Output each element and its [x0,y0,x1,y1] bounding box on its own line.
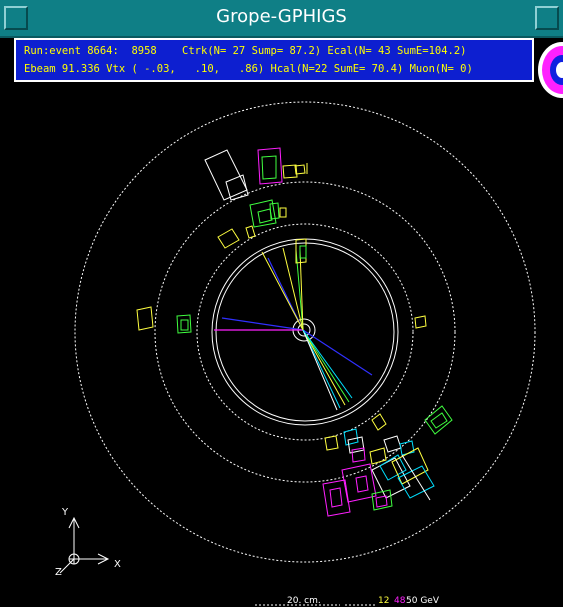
title-bar[interactable]: Grope-GPHIGS [0,0,563,38]
ecal-cell [383,435,402,453]
y-axis-label: Y [61,507,69,518]
upper-calorimeter-hits [204,147,308,264]
hcal-cell [401,454,431,501]
event-display-window: Grope-GPHIGS Run:event 8664: 8958 Ctrk(N… [0,0,563,607]
track [221,317,304,331]
ecal-cell [414,315,427,329]
ecal-cell [347,436,365,454]
hcal-cell [136,306,154,331]
z-axis-line [59,558,75,574]
energy-scale-unit: 50 GeV [406,596,439,606]
hcal-cell [261,155,277,180]
window-title: Grope-GPHIGS [216,6,347,27]
ecal-cell [324,435,339,451]
hcal-cell [371,489,393,511]
hcal-cell [204,149,248,201]
axes-indicator [59,516,110,574]
ecal-cell [180,319,189,331]
ecal-cell [369,447,387,465]
ecal-cell [217,228,240,249]
z-axis-label: Z [55,567,62,578]
hcal-cell [322,479,351,517]
distance-scale-label: 20. cm. [287,596,321,606]
hcal-cell [397,465,435,499]
maximize-button[interactable] [535,6,559,30]
tracks [214,247,373,411]
ecal-cell [299,245,307,259]
detector-view[interactable]: Y X Z [0,36,563,607]
ecal-cell [279,207,287,218]
energy-scale-b: 48 [394,596,406,606]
hcal-cell [329,487,343,508]
track [302,329,346,406]
ecal-cell [257,208,273,224]
x-axis-label: X [114,559,121,570]
energy-scale-a: 12 [378,596,390,606]
ecal-cell [399,440,415,456]
left-calorimeter-hits [136,306,427,334]
lower-calorimeter-hits [322,405,453,517]
hcal-cell [355,475,369,493]
hcal-cell [225,174,249,201]
ecal-cell [371,413,387,431]
ecal-cell [245,225,256,239]
track [302,329,350,403]
hcal-cell [341,463,377,503]
ecal-cell [343,428,359,446]
ecal-cell [424,405,453,435]
